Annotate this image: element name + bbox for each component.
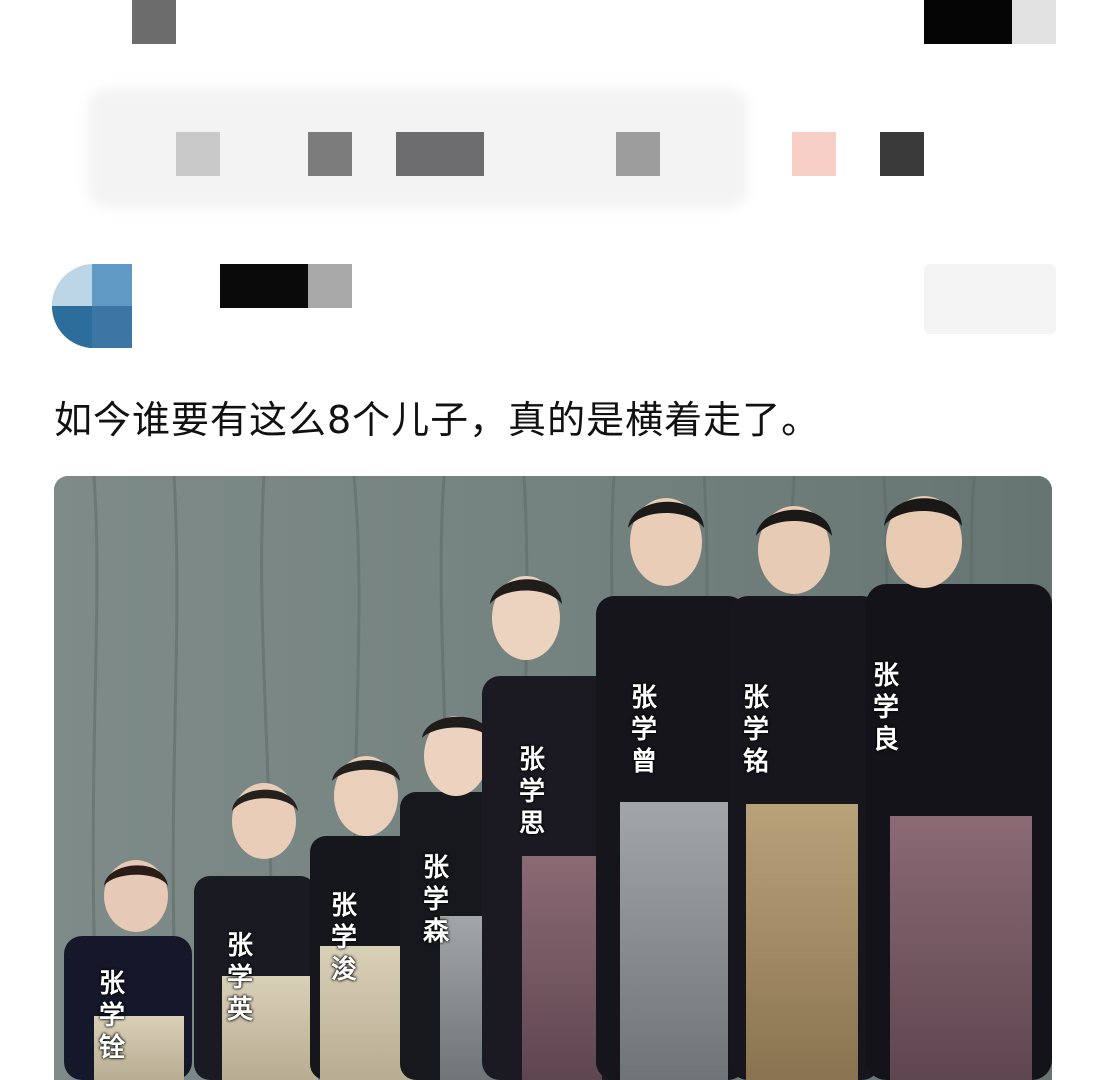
redaction-block [132, 0, 176, 44]
follow-button-redacted[interactable] [924, 264, 1056, 334]
name-tag-zhang-xueying: 张学英 [226, 931, 253, 1025]
photo-illustration [54, 476, 1052, 1080]
redaction-block [176, 132, 220, 176]
name-tag-zhang-xuezeng: 张学曾 [630, 683, 657, 777]
name-tag-zhang-xuejun: 张学浚 [330, 891, 357, 985]
name-tag-zhang-xueliang: 张学良 [872, 661, 899, 755]
redaction-block [880, 132, 924, 176]
post-photo[interactable]: 张学良 张学铭 张学曾 张学思 张学森 张学浚 张学英 张学铨 [54, 476, 1052, 1080]
redaction-block [924, 0, 1012, 44]
name-tag-zhang-xuesi: 张学思 [518, 745, 545, 839]
name-tag-zhang-xuequan: 张学铨 [98, 969, 125, 1063]
name-tag-zhang-xueming: 张学铭 [742, 683, 769, 777]
username-redacted[interactable] [220, 264, 308, 308]
redaction-block [308, 132, 352, 176]
username-redacted [308, 264, 352, 308]
name-tag-zhang-xuesen: 张学森 [422, 853, 449, 947]
redaction-block [396, 132, 484, 176]
redaction-block [616, 132, 660, 176]
avatar[interactable] [52, 264, 132, 348]
post-text: 如今谁要有这么8个儿子，真的是横着走了。 [54, 398, 821, 442]
redaction-block [792, 132, 836, 176]
redaction-block [1012, 0, 1056, 44]
